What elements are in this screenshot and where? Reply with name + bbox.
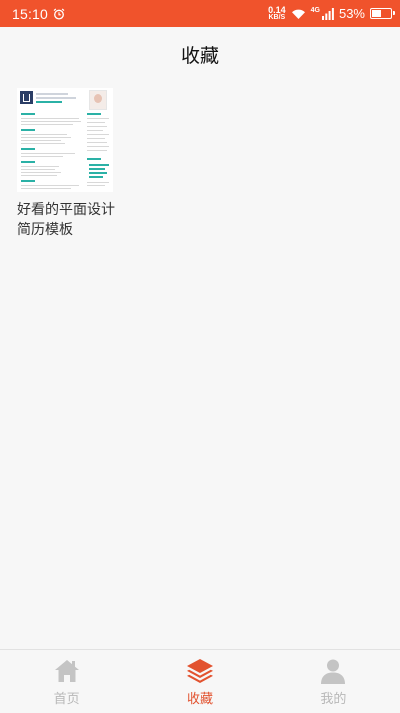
nav-profile[interactable]: 我的 — [267, 650, 400, 713]
favorite-card[interactable]: 好看的平面设计简历模板 — [17, 88, 117, 240]
network-speed: 0.14 KB/S — [268, 4, 286, 21]
alarm-icon — [53, 8, 65, 20]
title-bar: 收藏 — [0, 27, 400, 81]
status-bar: 15:10 0.14 KB/S 4G 53% — [0, 0, 400, 27]
battery-icon — [370, 8, 395, 19]
user-icon — [321, 659, 346, 684]
page-title: 收藏 — [180, 44, 219, 67]
wifi-icon — [291, 9, 305, 19]
bottom-nav: 首页 收藏 我的 — [0, 649, 400, 713]
home-icon — [54, 660, 79, 682]
nav-favorites[interactable]: 收藏 — [133, 650, 266, 713]
nav-home[interactable]: 首页 — [0, 650, 133, 713]
photo-icon — [89, 90, 107, 110]
signal-icon — [321, 7, 334, 20]
battery-percent: 53% — [338, 6, 365, 21]
resume-thumbnail[interactable] — [17, 88, 113, 192]
nav-label-favorites: 收藏 — [186, 692, 213, 707]
nav-label-home: 首页 — [53, 692, 80, 707]
status-time: 15:10 — [12, 5, 49, 22]
nav-label-profile: 我的 — [320, 692, 347, 707]
layers-icon — [186, 659, 213, 683]
network-type: 4G — [310, 7, 320, 14]
favorite-title[interactable]: 好看的平面设计简历模板 — [17, 200, 117, 240]
